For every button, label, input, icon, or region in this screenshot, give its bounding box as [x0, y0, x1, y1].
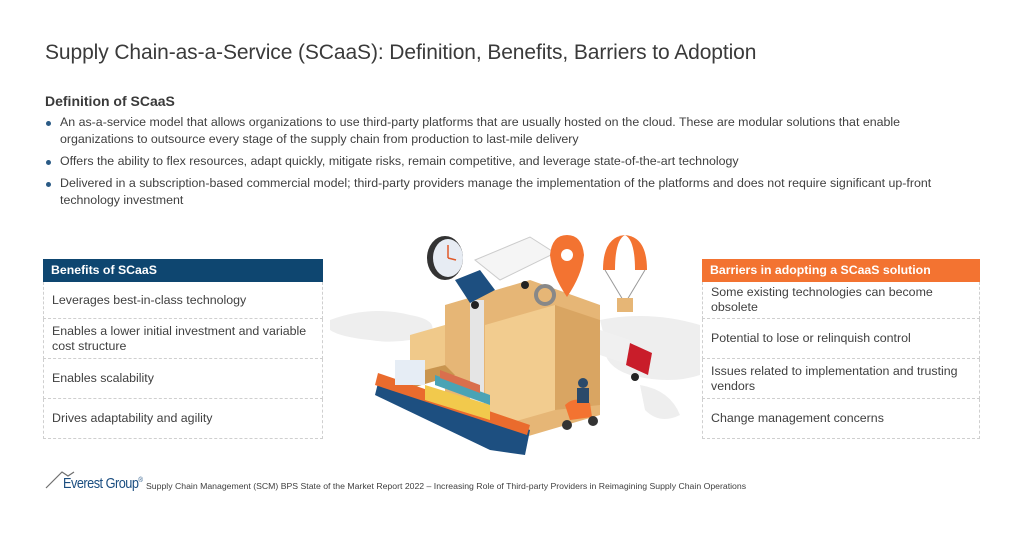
definition-bullet: Delivered in a subscription-based commer… — [45, 175, 975, 209]
definition-bullet-text: Delivered in a subscription-based commer… — [60, 176, 932, 207]
definition-bullet: An as-a-service model that allows organi… — [45, 114, 975, 148]
footer-source: Supply Chain Management (SCM) BPS State … — [146, 481, 747, 491]
everest-group-logo: Everest Group® — [63, 476, 143, 492]
definition-bullet-text: Offers the ability to flex resources, ad… — [60, 154, 739, 168]
barrier-item: Change management concerns — [702, 399, 980, 439]
benefit-item: Leverages best-in-class technology — [43, 282, 323, 319]
benefits-panel: Benefits of SCaaS Leverages best-in-clas… — [43, 259, 323, 439]
benefit-item: Enables a lower initial investment and v… — [43, 319, 323, 359]
definition-list: An as-a-service model that allows organi… — [45, 114, 975, 214]
parachute-package-icon — [603, 235, 647, 312]
benefit-item: Enables scalability — [43, 359, 323, 399]
benefit-item: Drives adaptability and agility — [43, 399, 323, 439]
page-title: Supply Chain-as-a-Service (SCaaS): Defin… — [45, 41, 757, 64]
registered-mark: ® — [138, 477, 143, 485]
barrier-item: Potential to lose or relinquish control — [702, 319, 980, 359]
bullet-icon — [46, 182, 51, 187]
clock-icon — [427, 236, 463, 280]
barrier-item: Issues related to implementation and tru… — [702, 359, 980, 399]
bullet-icon — [46, 121, 51, 126]
definition-bullet-text: An as-a-service model that allows organi… — [60, 115, 901, 146]
bullet-icon — [46, 160, 51, 165]
definition-heading: Definition of SCaaS — [45, 93, 175, 109]
supply-chain-illustration — [330, 235, 700, 455]
barriers-header: Barriers in adopting a SCaaS solution — [702, 259, 980, 282]
logo-text: Everest Group — [63, 476, 139, 492]
barrier-item: Some existing technologies can become ob… — [702, 282, 980, 319]
location-pin-icon — [550, 235, 584, 297]
barriers-panel: Barriers in adopting a SCaaS solution So… — [702, 259, 980, 439]
benefits-header: Benefits of SCaaS — [43, 259, 323, 282]
definition-bullet: Offers the ability to flex resources, ad… — [45, 153, 975, 170]
